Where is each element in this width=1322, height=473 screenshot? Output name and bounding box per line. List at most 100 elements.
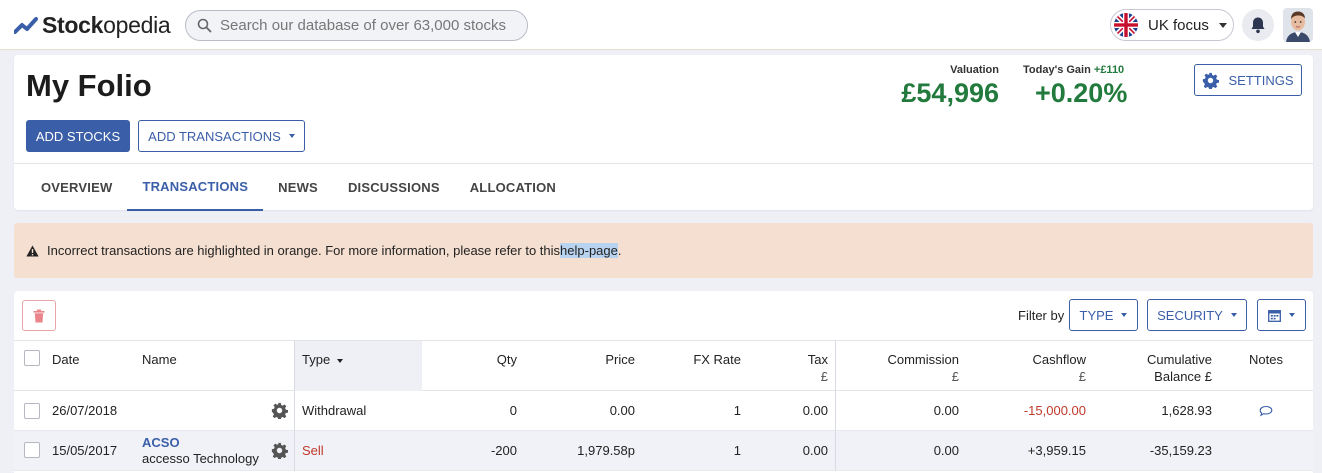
logo-mark-icon	[14, 16, 38, 34]
delete-button[interactable]	[22, 300, 56, 331]
warning-icon	[26, 245, 39, 256]
cell-commission: 0.00	[933, 403, 959, 418]
todays-gain-absolute: +£110	[1093, 64, 1125, 76]
notifications-button[interactable]	[1242, 9, 1274, 41]
column-divider	[294, 341, 295, 391]
col-balance-label: Balance £	[1154, 369, 1212, 384]
col-type-label: Type	[302, 352, 331, 367]
column-divider	[294, 431, 295, 471]
col-price[interactable]: Price	[605, 351, 635, 368]
col-date[interactable]: Date	[52, 351, 79, 368]
chevron-down-icon	[1289, 313, 1295, 317]
bell-icon	[1251, 17, 1265, 34]
tab-transactions[interactable]: TRANSACTIONS	[127, 164, 264, 211]
search-icon	[197, 18, 212, 33]
table-header: Date Name Type Qty Price FX Rate Tax £ C…	[14, 340, 1313, 391]
alert-text-end: .	[617, 243, 622, 258]
cell-tax: 0.00	[802, 403, 828, 418]
settings-label: SETTINGS	[1228, 72, 1294, 88]
select-all-checkbox[interactable]	[24, 350, 40, 366]
add-stocks-button[interactable]: ADD STOCKS	[26, 120, 130, 152]
cell-fx-rate: 1	[733, 443, 741, 458]
cell-balance: 1,628.93	[1161, 403, 1212, 418]
chevron-down-icon	[1121, 313, 1128, 317]
col-commission-unit: £	[951, 369, 959, 384]
row-settings-button[interactable]	[271, 402, 288, 422]
notes-button[interactable]	[1259, 404, 1273, 420]
col-tax-unit: £	[820, 369, 828, 384]
col-cumulative-balance[interactable]: Cumulative Balance £	[1147, 351, 1212, 385]
col-type[interactable]: Type	[302, 351, 343, 368]
cell-qty: 0	[509, 403, 517, 418]
chevron-down-icon	[1230, 313, 1237, 317]
col-cumulative-label: Cumulative	[1146, 352, 1212, 367]
valuation-label: Valuation	[950, 64, 999, 76]
gear-icon	[271, 402, 288, 420]
tab-discussions[interactable]: DISCUSSIONS	[333, 164, 455, 211]
market-focus-dropdown[interactable]: UK focus	[1110, 9, 1234, 41]
valuation-value: £54,996	[901, 78, 999, 108]
logo-text: Stockopedia	[42, 12, 171, 38]
col-commission[interactable]: Commission £	[887, 351, 959, 385]
logo[interactable]: Stockopedia	[14, 12, 171, 39]
column-divider	[294, 391, 295, 431]
top-bar: Stockopedia UK focus	[0, 0, 1322, 50]
folio-tabs: OVERVIEW TRANSACTIONS NEWS DISCUSSIONS A…	[14, 163, 1313, 211]
table-row[interactable]: 15/05/2017 ACSO accesso Technology Sell …	[14, 431, 1313, 471]
col-commission-label: Commission	[887, 352, 959, 367]
folio-header-card: My Folio ADD STOCKS ADD TRANSACTIONS Val…	[14, 55, 1313, 211]
column-divider	[835, 431, 836, 471]
col-fx-rate[interactable]: FX Rate	[693, 351, 741, 368]
chevron-down-icon	[288, 134, 295, 138]
cell-type: Sell	[302, 443, 324, 458]
col-cashflow[interactable]: Cashflow £	[1033, 351, 1086, 385]
settings-button[interactable]: SETTINGS	[1194, 64, 1302, 96]
table-row[interactable]: 26/07/2018 Withdrawal 0 0.00 1 0.00 0.00…	[14, 391, 1313, 431]
todays-gain-percent: +0.20%	[1035, 78, 1128, 108]
cell-tax: 0.00	[802, 443, 828, 458]
col-cashflow-unit: £	[1078, 369, 1086, 384]
cell-commission: 0.00	[933, 443, 959, 458]
row-settings-button[interactable]	[271, 442, 288, 462]
cell-qty: -200	[490, 443, 517, 458]
uk-flag-icon	[1114, 13, 1138, 37]
gear-icon	[1203, 72, 1220, 89]
market-focus-label: UK focus	[1148, 16, 1209, 34]
col-cashflow-label: Cashflow	[1032, 352, 1086, 367]
tab-news[interactable]: NEWS	[263, 164, 333, 211]
tab-allocation[interactable]: ALLOCATION	[455, 164, 571, 211]
cell-cashflow: -15,000.00	[1023, 403, 1086, 418]
sort-desc-icon	[336, 358, 343, 363]
tab-overview[interactable]: OVERVIEW	[26, 164, 127, 211]
transactions-card: Filter by TYPE SECURITY Date Name Type Q…	[14, 291, 1313, 473]
column-divider	[835, 341, 836, 391]
filter-date-dropdown[interactable]	[1257, 299, 1306, 331]
gear-icon	[271, 442, 288, 460]
cell-type: Withdrawal	[302, 403, 367, 418]
add-transactions-button[interactable]: ADD TRANSACTIONS	[138, 120, 305, 152]
col-name[interactable]: Name	[142, 351, 177, 368]
row-checkbox[interactable]	[24, 442, 40, 458]
row-checkbox[interactable]	[24, 403, 40, 419]
user-avatar[interactable]	[1283, 8, 1313, 42]
col-notes[interactable]: Notes	[1249, 351, 1283, 368]
add-transactions-label: ADD TRANSACTIONS	[148, 128, 281, 144]
help-page-link[interactable]: help-page	[560, 243, 618, 258]
search-box[interactable]	[185, 10, 528, 41]
cell-ticker-link[interactable]: ACSO	[142, 435, 180, 450]
filter-type-dropdown[interactable]: TYPE	[1069, 299, 1138, 331]
todays-gain-title: Today's Gain	[1023, 64, 1091, 76]
col-tax[interactable]: Tax £	[808, 351, 828, 385]
cell-price: 0.00	[609, 403, 635, 418]
page-title: My Folio	[26, 68, 152, 103]
todays-gain-label: Today's Gain +£110	[1023, 64, 1124, 76]
chevron-down-icon	[1218, 22, 1227, 28]
cell-date: 26/07/2018	[52, 403, 118, 418]
search-input[interactable]	[220, 17, 510, 34]
cell-balance: -35,159.23	[1149, 443, 1212, 458]
col-qty[interactable]: Qty	[497, 351, 517, 368]
filter-security-dropdown[interactable]: SECURITY	[1147, 299, 1247, 331]
filter-type-label: TYPE	[1079, 307, 1114, 323]
column-divider	[835, 391, 836, 431]
comment-icon	[1259, 405, 1273, 417]
